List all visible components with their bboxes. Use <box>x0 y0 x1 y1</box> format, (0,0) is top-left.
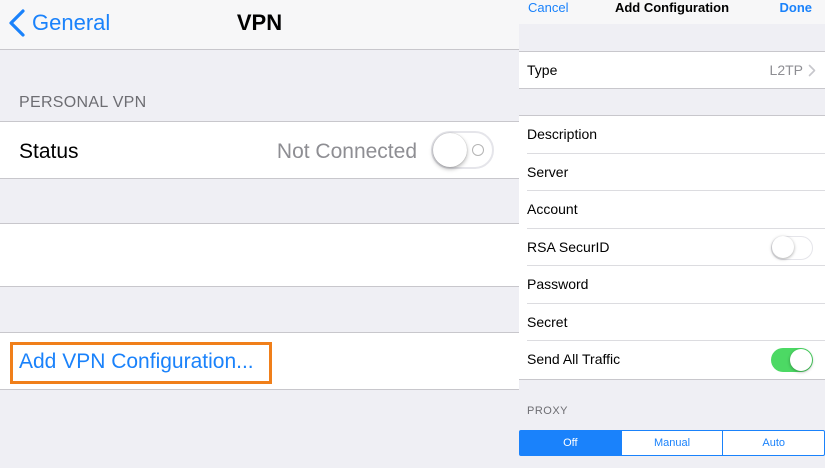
section-header-personal-vpn: PERSONAL VPN <box>19 94 147 111</box>
type-value: L2TP <box>769 62 803 78</box>
toggle-knob <box>772 235 794 258</box>
chevron-right-icon <box>808 64 816 77</box>
toggle-knob <box>433 133 467 167</box>
server-field[interactable]: Server <box>519 154 825 191</box>
config-fields-group: Description Server Account RSA SecurID P… <box>519 115 825 380</box>
description-field[interactable]: Description <box>519 116 825 154</box>
add-vpn-row[interactable]: Add VPN Configuration... <box>0 332 519 390</box>
done-button[interactable]: Done <box>780 0 813 15</box>
secret-label: Secret <box>527 313 568 330</box>
send-all-traffic-label: Send All Traffic <box>527 351 621 367</box>
proxy-option-off[interactable]: Off <box>520 431 621 455</box>
secret-field[interactable]: Secret <box>519 304 825 341</box>
toggle-off-indicator-icon <box>472 144 484 156</box>
status-label: Status <box>19 140 79 163</box>
add-configuration-pane: Cancel Add Configuration Done Type L2TP … <box>519 0 825 468</box>
type-row[interactable]: Type L2TP <box>519 51 825 89</box>
rsa-securid-toggle[interactable] <box>771 235 813 260</box>
nav-bar: General VPN <box>0 0 519 50</box>
empty-row <box>0 223 519 287</box>
rsa-securid-label: RSA SecurID <box>527 238 610 255</box>
vpn-settings-pane: General VPN PERSONAL VPN Status Not Conn… <box>0 0 519 468</box>
add-vpn-configuration-button[interactable]: Add VPN Configuration... <box>19 350 254 374</box>
send-all-traffic-row: Send All Traffic <box>519 341 825 379</box>
password-field[interactable]: Password <box>519 266 825 304</box>
account-label: Account <box>527 201 578 217</box>
section-header-proxy: PROXY <box>527 405 569 417</box>
toggle-knob <box>790 349 812 371</box>
status-value: Not Connected <box>276 140 417 163</box>
vpn-status-toggle[interactable] <box>431 131 494 169</box>
config-nav-bar: Cancel Add Configuration Done <box>519 0 825 24</box>
proxy-option-auto[interactable]: Auto <box>722 431 824 455</box>
server-label: Server <box>527 163 569 180</box>
status-row: Status Not Connected <box>0 121 519 179</box>
page-title: VPN <box>236 10 283 35</box>
send-all-traffic-toggle[interactable] <box>771 348 813 372</box>
account-field[interactable]: Account <box>519 191 825 229</box>
rsa-securid-row: RSA SecurID <box>519 229 825 266</box>
type-label: Type <box>527 62 558 78</box>
proxy-segmented-control: Off Manual Auto <box>519 430 825 456</box>
password-label: Password <box>527 276 589 292</box>
description-label: Description <box>527 126 598 142</box>
proxy-option-manual[interactable]: Manual <box>620 431 723 455</box>
